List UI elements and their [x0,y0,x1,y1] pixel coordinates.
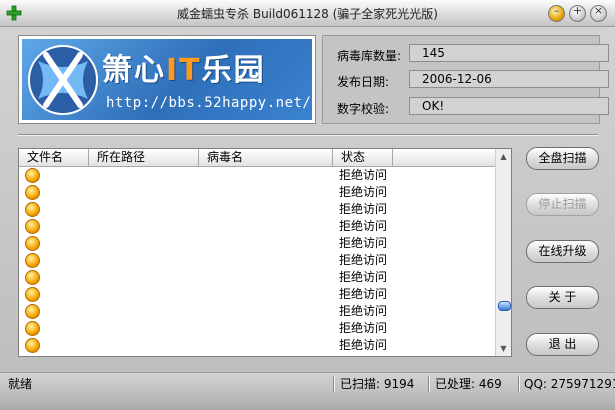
row-status: 拒绝访问 [339,185,388,199]
status-divider [333,376,335,392]
status-bar: 就绪 已扫描: 9194 已处理: 469 QQ: 275971291 [0,372,615,395]
close-icon: × [593,4,604,17]
list-header: 文件名 所在路径 病毒名 状态 [19,149,495,167]
status-divider [518,376,520,392]
warning-dot-icon [25,338,40,353]
row-status: 拒绝访问 [339,253,388,267]
column-file-name[interactable]: 文件名 [19,149,89,166]
stop-scan-button[interactable]: 停止扫描 [526,193,599,216]
maximize-icon: + [572,4,583,17]
full-scan-button[interactable]: 全盘扫描 [526,147,599,170]
row-status: 拒绝访问 [339,304,388,318]
list-item[interactable]: 拒绝访问 [19,218,495,235]
list-item[interactable]: 拒绝访问 [19,252,495,269]
row-status: 拒绝访问 [339,236,388,250]
scan-results-list[interactable]: 文件名 所在路径 病毒名 状态 拒绝访问 拒绝访问 拒绝访问 拒绝访问 拒绝访问… [18,148,512,357]
row-status: 拒绝访问 [339,270,388,284]
banner-url[interactable]: http://bbs.52happy.net/ [106,95,311,111]
logo-icon [28,45,98,115]
minimize-icon: – [553,4,560,17]
column-path[interactable]: 所在路径 [89,149,199,166]
title-bar[interactable]: 威金蠕虫专杀 Build061128 (骗子全家死光光版) – + × [0,0,615,27]
warning-dot-icon [25,219,40,234]
row-status: 拒绝访问 [339,321,388,335]
close-button[interactable]: × [590,4,607,22]
list-item[interactable]: 拒绝访问 [19,303,495,320]
signature-field: OK! [409,97,609,115]
scroll-down-arrow-icon[interactable]: ▼ [496,341,511,356]
banner: 箫心IT乐园 http://bbs.52happy.net/ [18,35,316,124]
list-item[interactable]: 拒绝访问 [19,269,495,286]
row-status: 拒绝访问 [339,219,388,233]
list-item[interactable]: 拒绝访问 [19,235,495,252]
row-status: 拒绝访问 [339,168,388,182]
status-scanned: 已扫描: 9194 [340,377,415,391]
window-title: 威金蠕虫专杀 Build061128 (骗子全家死光光版) [177,7,438,21]
warning-dot-icon [25,236,40,251]
warning-dot-icon [25,304,40,319]
list-item[interactable]: 拒绝访问 [19,286,495,303]
list-item[interactable]: 拒绝访问 [19,184,495,201]
db-count-label: 病毒库数量: [337,49,402,63]
bottom-edge [0,395,615,410]
warning-dot-icon [25,185,40,200]
status-ready: 就绪 [8,377,33,391]
minimize-button[interactable]: – [548,4,565,22]
row-status: 拒绝访问 [339,338,388,352]
list-item[interactable]: 拒绝访问 [19,167,495,184]
warning-dot-icon [25,287,40,302]
status-processed: 已处理: 469 [435,377,502,391]
column-status[interactable]: 状态 [333,149,393,166]
release-date-field: 2006-12-06 [409,70,609,88]
row-status: 拒绝访问 [339,202,388,216]
banner-image: 箫心IT乐园 http://bbs.52happy.net/ [22,39,312,120]
scroll-up-arrow-icon[interactable]: ▲ [496,149,511,164]
divider [18,134,598,136]
column-virus-name[interactable]: 病毒名 [199,149,333,166]
vertical-scrollbar[interactable]: ▲ ▼ [495,149,511,356]
info-panel: 病毒库数量: 145 发布日期: 2006-12-06 数字校验: OK! [322,35,609,124]
main-window: 威金蠕虫专杀 Build061128 (骗子全家死光光版) – + × 箫心IT… [0,0,615,410]
online-update-button[interactable]: 在线升级 [526,240,599,263]
banner-title: 箫心IT乐园 [102,53,266,88]
warning-dot-icon [25,168,40,183]
about-button[interactable]: 关 于 [526,286,599,309]
scrollbar-thumb[interactable] [498,301,511,311]
list-item[interactable]: 拒绝访问 [19,337,495,354]
exit-button[interactable]: 退 出 [526,333,599,356]
warning-dot-icon [25,321,40,336]
warning-dot-icon [25,270,40,285]
release-date-label: 发布日期: [337,75,390,89]
warning-dot-icon [25,253,40,268]
warning-dot-icon [25,202,40,217]
list-item[interactable]: 拒绝访问 [19,201,495,218]
list-item[interactable]: 拒绝访问 [19,320,495,337]
maximize-button[interactable]: + [569,4,586,22]
row-status: 拒绝访问 [339,287,388,301]
status-qq: QQ: 275971291 [524,377,615,391]
list-rows: 拒绝访问 拒绝访问 拒绝访问 拒绝访问 拒绝访问 拒绝访问 拒绝访问 拒绝访问 … [19,167,495,354]
db-count-field: 145 [409,44,609,62]
status-divider [428,376,430,392]
signature-label: 数字校验: [337,102,390,116]
